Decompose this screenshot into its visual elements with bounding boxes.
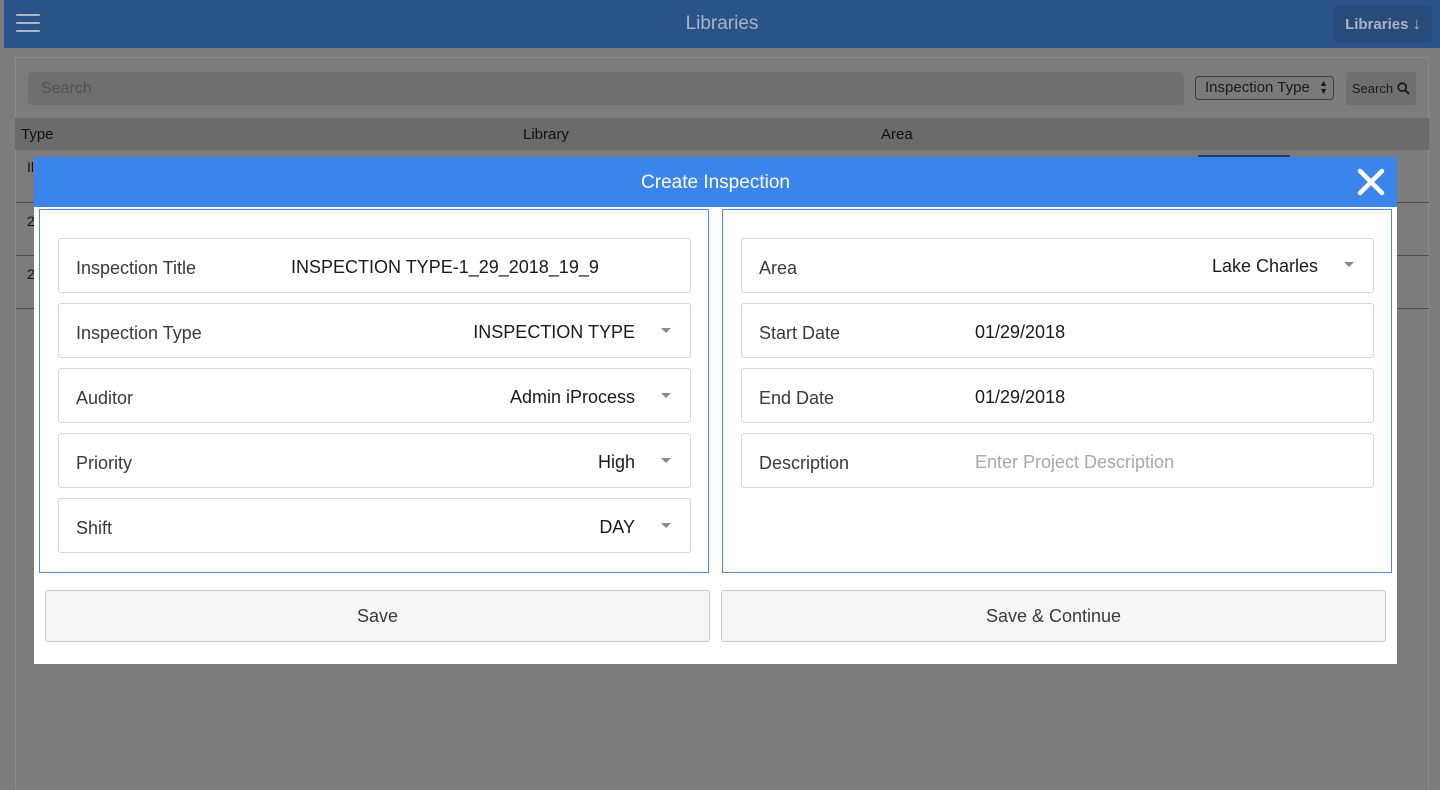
dropdown-arrow-icon [661,458,671,463]
libraries-button[interactable]: Libraries ↓ [1334,6,1432,42]
library-filter-value: Inspection Type [1205,79,1310,96]
table-header: Type Library Area [15,118,1429,150]
library-filter-select[interactable]: Inspection Type ▲ ▼ [1195,76,1334,100]
end-date-value: 01/29/2018 [975,387,1066,407]
select-caret-icon: ▲ ▼ [1319,78,1328,96]
inspection-type-dropdown[interactable]: Inspection Type INSPECTION TYPE [58,303,691,358]
area-dropdown[interactable]: Area Lake Charles [741,238,1374,293]
description-placeholder: Enter Project Description [975,452,1175,472]
top-navigation-bar: Libraries Libraries ↓ [4,0,1440,48]
column-header-library: Library [523,126,569,143]
column-header-area: Area [881,126,913,143]
search-input[interactable] [28,72,1184,105]
field-label: Description [759,453,850,473]
shift-dropdown[interactable]: Shift DAY [58,498,691,553]
priority-value: High [597,452,635,472]
field-label: Inspection Type [76,323,202,343]
column-header-type: Type [21,126,54,143]
shift-value: DAY [599,517,635,537]
start-date-field[interactable]: Start Date 01/29/2018 [741,303,1374,358]
start-date-value: 01/29/2018 [975,322,1066,342]
priority-dropdown[interactable]: Priority High [58,433,691,488]
project-details-panel: Area Lake Charles Start Date 01/29/2018 … [722,209,1392,573]
search-button[interactable]: Search [1346,72,1416,105]
description-field[interactable]: Description Enter Project Description [741,433,1374,488]
field-label: Auditor [76,388,134,408]
field-label: Shift [76,518,113,538]
field-label: Area [759,258,798,278]
save-continue-button[interactable]: Save & Continue [721,590,1386,642]
dropdown-arrow-icon [661,328,671,333]
dropdown-arrow-icon [661,393,671,398]
dropdown-arrow-icon [661,523,671,528]
page-title: Libraries [685,13,759,34]
field-label: End Date [759,388,835,408]
modal-header: Create Inspection [34,157,1397,207]
inspection-type-value: INSPECTION TYPE [473,322,635,342]
arrow-down-icon: ↓ [1412,14,1421,33]
search-button-label: Search [1351,81,1394,96]
inspection-title-value: INSPECTION TYPE-1_29_2018_19_9 [291,257,599,277]
create-inspection-modal: Create Inspection Inspection Title INSPE… [34,157,1397,664]
modal-title: Create Inspection [641,172,790,193]
save-button[interactable]: Save [45,590,710,642]
field-label: Start Date [759,323,841,343]
auditor-value: Admin iProcess [509,387,635,407]
end-date-field[interactable]: End Date 01/29/2018 [741,368,1374,423]
area-value: Lake Charles [1211,256,1318,276]
dropdown-arrow-icon [1344,262,1354,267]
close-icon[interactable] [1355,166,1387,198]
table-cell-type: Il [27,159,34,175]
field-label: Priority [76,453,133,473]
libraries-button-label: Libraries [1345,15,1409,33]
inspection-title-field[interactable]: Inspection Title INSPECTION TYPE-1_29_20… [58,238,691,293]
magnifier-icon [1397,82,1410,95]
auditor-dropdown[interactable]: Auditor Admin iProcess [58,368,691,423]
inspection-details-panel: Inspection Title INSPECTION TYPE-1_29_20… [39,209,709,573]
field-label: Inspection Title [76,258,197,278]
